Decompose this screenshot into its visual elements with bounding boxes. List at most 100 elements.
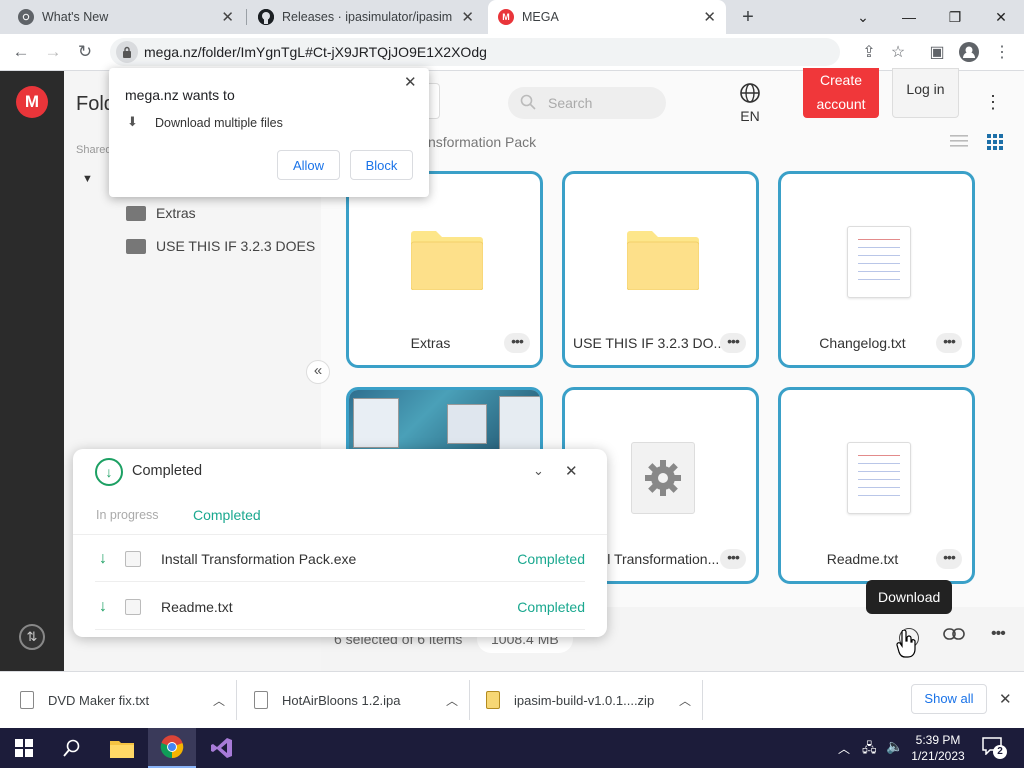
chrome-icon	[18, 9, 34, 25]
close-panel-icon[interactable]: ✕	[565, 462, 578, 480]
hand-cursor-icon	[896, 629, 916, 661]
transfer-row[interactable]: ↓ Readme.txt Completed	[95, 584, 585, 630]
download-file-name: DVD Maker fix.txt	[48, 692, 150, 708]
profile-icon[interactable]	[954, 34, 984, 70]
file-card-use-this[interactable]: USE THIS IF 3.2.3 DO... •••	[562, 171, 759, 368]
file-explorer-icon[interactable]	[98, 728, 146, 768]
collapse-panel-icon[interactable]: ⌄	[533, 463, 544, 479]
file-card-extras[interactable]: Extras •••	[346, 171, 543, 368]
file-card-changelog[interactable]: Changelog.txt •••	[778, 171, 975, 368]
card-more-button[interactable]: •••	[504, 333, 530, 353]
collapse-tree-button[interactable]: «	[306, 360, 330, 384]
completed-status-icon: ↓	[95, 458, 123, 486]
close-tab-icon[interactable]: ✕	[703, 8, 716, 26]
language-label: EN	[740, 108, 760, 124]
visual-studio-icon[interactable]	[198, 728, 246, 768]
back-icon[interactable]: ←	[6, 34, 36, 70]
tab-whats-new[interactable]: What's New ✕	[8, 0, 244, 34]
mega-logo-icon[interactable]: M	[16, 86, 48, 118]
chevron-up-icon[interactable]: ︿	[446, 692, 458, 709]
download-shelf: DVD Maker fix.txt ︿ HotAirBloons 1.2.ipa…	[0, 671, 1024, 728]
log-in-button[interactable]: Log in	[892, 68, 959, 118]
clock-date: 1/21/2023	[911, 749, 965, 763]
tab-title: Releases · ipasimulator/ipasim · G	[282, 10, 456, 24]
panel-divider	[73, 534, 607, 535]
download-arrow-icon: ↓	[99, 549, 107, 567]
card-more-button[interactable]: •••	[720, 333, 746, 353]
close-window-icon[interactable]: ✕	[978, 0, 1024, 34]
clock[interactable]: 5:39 PM 1/21/2023	[908, 732, 968, 764]
card-more-button[interactable]: •••	[936, 333, 962, 353]
link-icon[interactable]	[943, 627, 965, 644]
zip-file-icon	[486, 691, 500, 709]
address-bar[interactable]: mega.nz/folder/ImYgnTgL#Ct-jX9JRTQjJO9E1…	[110, 38, 840, 66]
transfer-status: Completed	[517, 598, 585, 615]
close-shelf-icon[interactable]: ✕	[999, 690, 1012, 708]
close-tab-icon[interactable]: ✕	[221, 8, 234, 26]
tab-completed[interactable]: Completed	[193, 507, 261, 523]
grid-view-icon[interactable]	[987, 134, 1003, 153]
allow-button[interactable]: Allow	[277, 150, 340, 180]
network-icon[interactable]: 🖧	[862, 739, 877, 761]
chevron-up-icon[interactable]: ︿	[679, 692, 691, 709]
permission-popup: mega.nz wants to ✕ ⬇ Download multiple f…	[109, 68, 429, 197]
search-placeholder: Search	[548, 95, 593, 111]
transfer-row[interactable]: ↓ Install Transformation Pack.exe Comple…	[95, 536, 585, 582]
close-tab-icon[interactable]: ✕	[461, 8, 474, 26]
transfer-manager-panel: ↓ Completed ⌄ ✕ In progress Completed ↓ …	[73, 449, 607, 637]
side-panel-icon[interactable]: ▣	[922, 34, 952, 70]
url-text: mega.nz/folder/ImYgnTgL#Ct-jX9JRTQjJO9E1…	[144, 44, 487, 60]
tab-search-icon[interactable]: ⌄	[840, 0, 886, 34]
transfer-status-icon[interactable]: ⇅	[19, 624, 45, 650]
tree-item-use-this[interactable]: USE THIS IF 3.2.3 DOES	[126, 238, 316, 254]
mega-sidebar	[0, 71, 64, 671]
download-arrow-icon: ⬇	[127, 114, 138, 129]
show-all-button[interactable]: Show all	[911, 684, 987, 714]
language-selector[interactable]: EN	[736, 82, 764, 124]
breadcrumb[interactable]: nsformation Pack	[428, 134, 536, 150]
volume-icon[interactable]: 🔈	[886, 738, 903, 755]
search-icon[interactable]	[48, 728, 96, 768]
more-menu-icon[interactable]: ⋮	[984, 92, 1002, 113]
share-icon[interactable]: ⇪	[854, 34, 884, 70]
download-item[interactable]: DVD Maker fix.txt ︿	[20, 672, 225, 728]
card-more-button[interactable]: •••	[720, 549, 746, 569]
clock-time: 5:39 PM	[915, 733, 961, 747]
chevron-up-icon[interactable]: ︿	[213, 692, 225, 709]
globe-icon	[739, 83, 761, 107]
tab-mega[interactable]: M MEGA ✕	[488, 0, 726, 34]
folder-icon	[126, 205, 146, 221]
bookmark-star-icon[interactable]: ☆	[883, 34, 913, 70]
exe-file-icon	[125, 550, 141, 567]
notifications-icon[interactable]: 2	[982, 737, 1007, 759]
tray-chevron-up-icon[interactable]: ︿	[838, 740, 850, 757]
search-input[interactable]: Search	[508, 87, 666, 119]
lock-icon[interactable]	[116, 41, 138, 63]
file-card-readme[interactable]: Readme.txt •••	[778, 387, 975, 584]
close-popup-icon[interactable]: ✕	[404, 73, 417, 91]
card-more-button[interactable]: •••	[936, 549, 962, 569]
tree-expand-icon[interactable]: ▼	[82, 173, 93, 185]
chrome-taskbar-icon[interactable]	[148, 728, 196, 768]
image-thumbnail	[349, 390, 540, 450]
transfer-file-name: Readme.txt	[161, 598, 233, 615]
download-item[interactable]: ipasim-build-v1.0.1....zip ︿	[486, 672, 691, 728]
tree-item-extras[interactable]: Extras	[126, 205, 196, 221]
more-actions-icon[interactable]: •••	[991, 625, 1006, 643]
tree-item-label: USE THIS IF 3.2.3 DOES	[156, 238, 316, 254]
minimize-icon[interactable]: —	[886, 0, 932, 34]
tab-in-progress[interactable]: In progress	[96, 508, 159, 522]
list-view-icon[interactable]	[950, 134, 968, 151]
transfer-status: Completed	[517, 550, 585, 567]
restore-icon[interactable]: ❐	[932, 0, 978, 34]
block-button[interactable]: Block	[350, 150, 413, 180]
new-tab-button[interactable]: +	[734, 0, 762, 34]
reload-icon[interactable]: ↻	[70, 34, 100, 70]
chrome-menu-icon[interactable]: ⋮	[987, 34, 1017, 70]
download-item[interactable]: HotAirBloons 1.2.ipa ︿	[254, 672, 458, 728]
forward-icon[interactable]: →	[38, 34, 68, 70]
tab-releases[interactable]: Releases · ipasimulator/ipasim · G ✕	[248, 0, 484, 34]
create-account-button[interactable]: Create account	[803, 68, 879, 118]
start-button[interactable]	[0, 728, 48, 768]
windows-taskbar: ︿ 🖧 🔈 5:39 PM 1/21/2023 2	[0, 728, 1024, 768]
